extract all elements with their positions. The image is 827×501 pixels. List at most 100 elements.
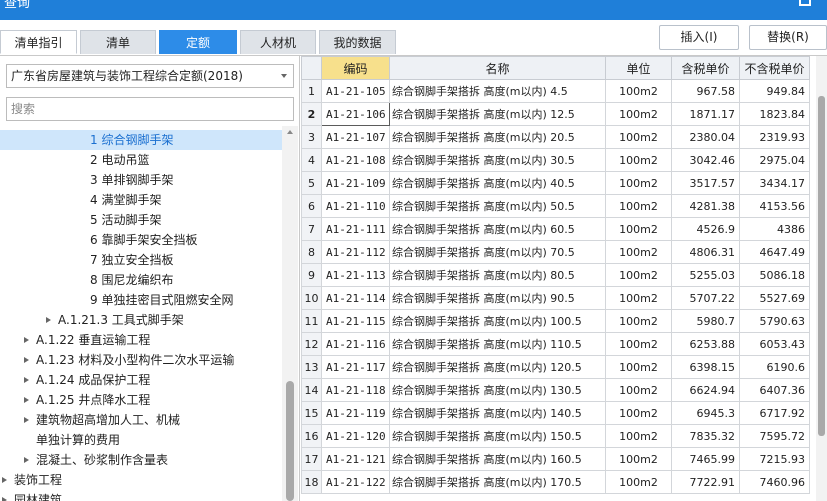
row-number-cell[interactable]: 10 <box>301 286 322 310</box>
tax-incl-price-cell[interactable]: 7722.91 <box>671 470 740 494</box>
tax-excl-price-column-header[interactable]: 不含税单价 <box>739 56 810 80</box>
row-number-cell[interactable]: 3 <box>301 125 322 149</box>
tax-excl-price-cell[interactable]: 7215.93 <box>739 447 810 471</box>
insert-button[interactable]: 插入(I) <box>659 25 739 50</box>
tree-item[interactable]: 6 靠脚手架安全挡板 <box>0 230 282 250</box>
tax-incl-price-cell[interactable]: 5707.22 <box>671 286 740 310</box>
unit-cell[interactable]: 100m2 <box>605 378 672 402</box>
tax-incl-price-cell[interactable]: 2380.04 <box>671 125 740 149</box>
code-cell[interactable]: A1-21-107 <box>321 125 390 149</box>
table-row[interactable]: 8 A1-21-112 综合钢脚手架搭拆 高度(m以内) 70.5 100m2 4806… <box>301 240 810 264</box>
name-cell[interactable]: 综合钢脚手架搭拆 高度(m以内) 140.5 <box>389 401 606 425</box>
code-cell[interactable]: A1-21-106 <box>321 102 390 126</box>
name-cell[interactable]: 综合钢脚手架搭拆 高度(m以内) 50.5 <box>389 194 606 218</box>
name-cell[interactable]: 综合钢脚手架搭拆 高度(m以内) 120.5 <box>389 355 606 379</box>
row-number-cell[interactable]: 12 <box>301 332 322 356</box>
grid-scrollbar-thumb[interactable] <box>818 96 825 436</box>
tree-item[interactable]: 装饰工程 <box>0 470 282 490</box>
name-cell[interactable]: 综合钢脚手架搭拆 高度(m以内) 90.5 <box>389 286 606 310</box>
code-cell[interactable]: A1-21-116 <box>321 332 390 356</box>
name-cell[interactable]: 综合钢脚手架搭拆 高度(m以内) 80.5 <box>389 263 606 287</box>
row-number-cell[interactable]: 11 <box>301 309 322 333</box>
unit-cell[interactable]: 100m2 <box>605 125 672 149</box>
name-cell[interactable]: 综合钢脚手架搭拆 高度(m以内) 30.5 <box>389 148 606 172</box>
unit-cell[interactable]: 100m2 <box>605 286 672 310</box>
code-cell[interactable]: A1-21-113 <box>321 263 390 287</box>
name-cell[interactable]: 综合钢脚手架搭拆 高度(m以内) 160.5 <box>389 447 606 471</box>
tax-incl-price-cell[interactable]: 5255.03 <box>671 263 740 287</box>
tax-excl-price-cell[interactable]: 1823.84 <box>739 102 810 126</box>
tax-excl-price-cell[interactable]: 6053.43 <box>739 332 810 356</box>
expand-arrow-icon[interactable] <box>2 497 7 501</box>
tax-excl-price-cell[interactable]: 7460.96 <box>739 470 810 494</box>
table-row[interactable]: 15 A1-21-119 综合钢脚手架搭拆 高度(m以内) 140.5 100m2 69… <box>301 401 810 425</box>
table-row[interactable]: 13 A1-21-117 综合钢脚手架搭拆 高度(m以内) 120.5 100m2 63… <box>301 355 810 379</box>
tax-incl-price-cell[interactable]: 4281.38 <box>671 194 740 218</box>
expand-arrow-icon[interactable] <box>46 317 51 323</box>
tree-scrollbar-thumb[interactable] <box>286 381 294 501</box>
unit-cell[interactable]: 100m2 <box>605 217 672 241</box>
tax-incl-price-cell[interactable]: 3517.57 <box>671 171 740 195</box>
unit-cell[interactable]: 100m2 <box>605 79 672 103</box>
name-cell[interactable]: 综合钢脚手架搭拆 高度(m以内) 4.5 <box>389 79 606 103</box>
expand-arrow-icon[interactable] <box>24 397 29 403</box>
code-cell[interactable]: A1-21-121 <box>321 447 390 471</box>
row-number-cell[interactable]: 13 <box>301 355 322 379</box>
table-row[interactable]: 1 A1-21-105 综合钢脚手架搭拆 高度(m以内) 4.5 100m2 967.5… <box>301 79 810 103</box>
tree-item[interactable]: A.1.24 成品保护工程 <box>0 370 282 390</box>
code-cell[interactable]: A1-21-122 <box>321 470 390 494</box>
tree-item[interactable]: 单独计算的费用 <box>0 430 282 450</box>
row-number-cell[interactable]: 15 <box>301 401 322 425</box>
unit-cell[interactable]: 100m2 <box>605 148 672 172</box>
tree-item[interactable]: 1 综合钢脚手架 <box>0 130 282 150</box>
unit-cell[interactable]: 100m2 <box>605 447 672 471</box>
tax-incl-price-cell[interactable]: 6398.15 <box>671 355 740 379</box>
unit-cell[interactable]: 100m2 <box>605 355 672 379</box>
tree-scrollbar[interactable] <box>282 126 298 501</box>
code-cell[interactable]: A1-21-105 <box>321 79 390 103</box>
unit-cell[interactable]: 100m2 <box>605 332 672 356</box>
table-row[interactable]: 6 A1-21-110 综合钢脚手架搭拆 高度(m以内) 50.5 100m2 4281… <box>301 194 810 218</box>
tax-incl-price-cell[interactable]: 1871.17 <box>671 102 740 126</box>
code-cell[interactable]: A1-21-109 <box>321 171 390 195</box>
tax-incl-price-column-header[interactable]: 含税单价 <box>671 56 740 80</box>
table-row[interactable]: 17 A1-21-121 综合钢脚手架搭拆 高度(m以内) 160.5 100m2 74… <box>301 447 810 471</box>
tax-excl-price-cell[interactable]: 949.84 <box>739 79 810 103</box>
tax-excl-price-cell[interactable]: 5086.18 <box>739 263 810 287</box>
name-cell[interactable]: 综合钢脚手架搭拆 高度(m以内) 60.5 <box>389 217 606 241</box>
name-cell[interactable]: 综合钢脚手架搭拆 高度(m以内) 40.5 <box>389 171 606 195</box>
table-row[interactable]: 11 A1-21-115 综合钢脚手架搭拆 高度(m以内) 100.5 100m2 59… <box>301 309 810 333</box>
tax-excl-price-cell[interactable]: 6190.6 <box>739 355 810 379</box>
tax-incl-price-cell[interactable]: 7465.99 <box>671 447 740 471</box>
tab-labor-material-machine[interactable]: 人材机 <box>240 30 316 54</box>
code-cell[interactable]: A1-21-111 <box>321 217 390 241</box>
tree-item[interactable]: A.1.22 垂直运输工程 <box>0 330 282 350</box>
tree-item[interactable]: 7 独立安全挡板 <box>0 250 282 270</box>
tab-my-data[interactable]: 我的数据 <box>319 30 396 54</box>
tax-excl-price-cell[interactable]: 3434.17 <box>739 171 810 195</box>
tax-incl-price-cell[interactable]: 3042.46 <box>671 148 740 172</box>
grid-scrollbar[interactable] <box>816 56 827 501</box>
expand-arrow-icon[interactable] <box>24 357 29 363</box>
row-number-cell[interactable]: 18 <box>301 470 322 494</box>
name-cell[interactable]: 综合钢脚手架搭拆 高度(m以内) 170.5 <box>389 470 606 494</box>
table-row[interactable]: 9 A1-21-113 综合钢脚手架搭拆 高度(m以内) 80.5 100m2 5255… <box>301 263 810 287</box>
table-row[interactable]: 10 A1-21-114 综合钢脚手架搭拆 高度(m以内) 90.5 100m2 570… <box>301 286 810 310</box>
tax-excl-price-cell[interactable]: 2975.04 <box>739 148 810 172</box>
code-cell[interactable]: A1-21-108 <box>321 148 390 172</box>
tree-item[interactable]: 4 满堂脚手架 <box>0 190 282 210</box>
tax-excl-price-cell[interactable]: 2319.93 <box>739 125 810 149</box>
code-cell[interactable]: A1-21-115 <box>321 309 390 333</box>
tax-excl-price-cell[interactable]: 5527.69 <box>739 286 810 310</box>
code-cell[interactable]: A1-21-112 <box>321 240 390 264</box>
tree-item[interactable]: 3 单排钢脚手架 <box>0 170 282 190</box>
tax-excl-price-cell[interactable]: 4153.56 <box>739 194 810 218</box>
name-cell[interactable]: 综合钢脚手架搭拆 高度(m以内) 12.5 <box>389 102 606 126</box>
replace-button[interactable]: 替换(R) <box>749 25 827 50</box>
table-row[interactable]: 16 A1-21-120 综合钢脚手架搭拆 高度(m以内) 150.5 100m2 78… <box>301 424 810 448</box>
tree-item[interactable]: 混凝土、砂浆制作含量表 <box>0 450 282 470</box>
tax-incl-price-cell[interactable]: 5980.7 <box>671 309 740 333</box>
row-number-cell[interactable]: 16 <box>301 424 322 448</box>
tree-item[interactable]: 8 围尼龙编织布 <box>0 270 282 290</box>
tax-excl-price-cell[interactable]: 4647.49 <box>739 240 810 264</box>
